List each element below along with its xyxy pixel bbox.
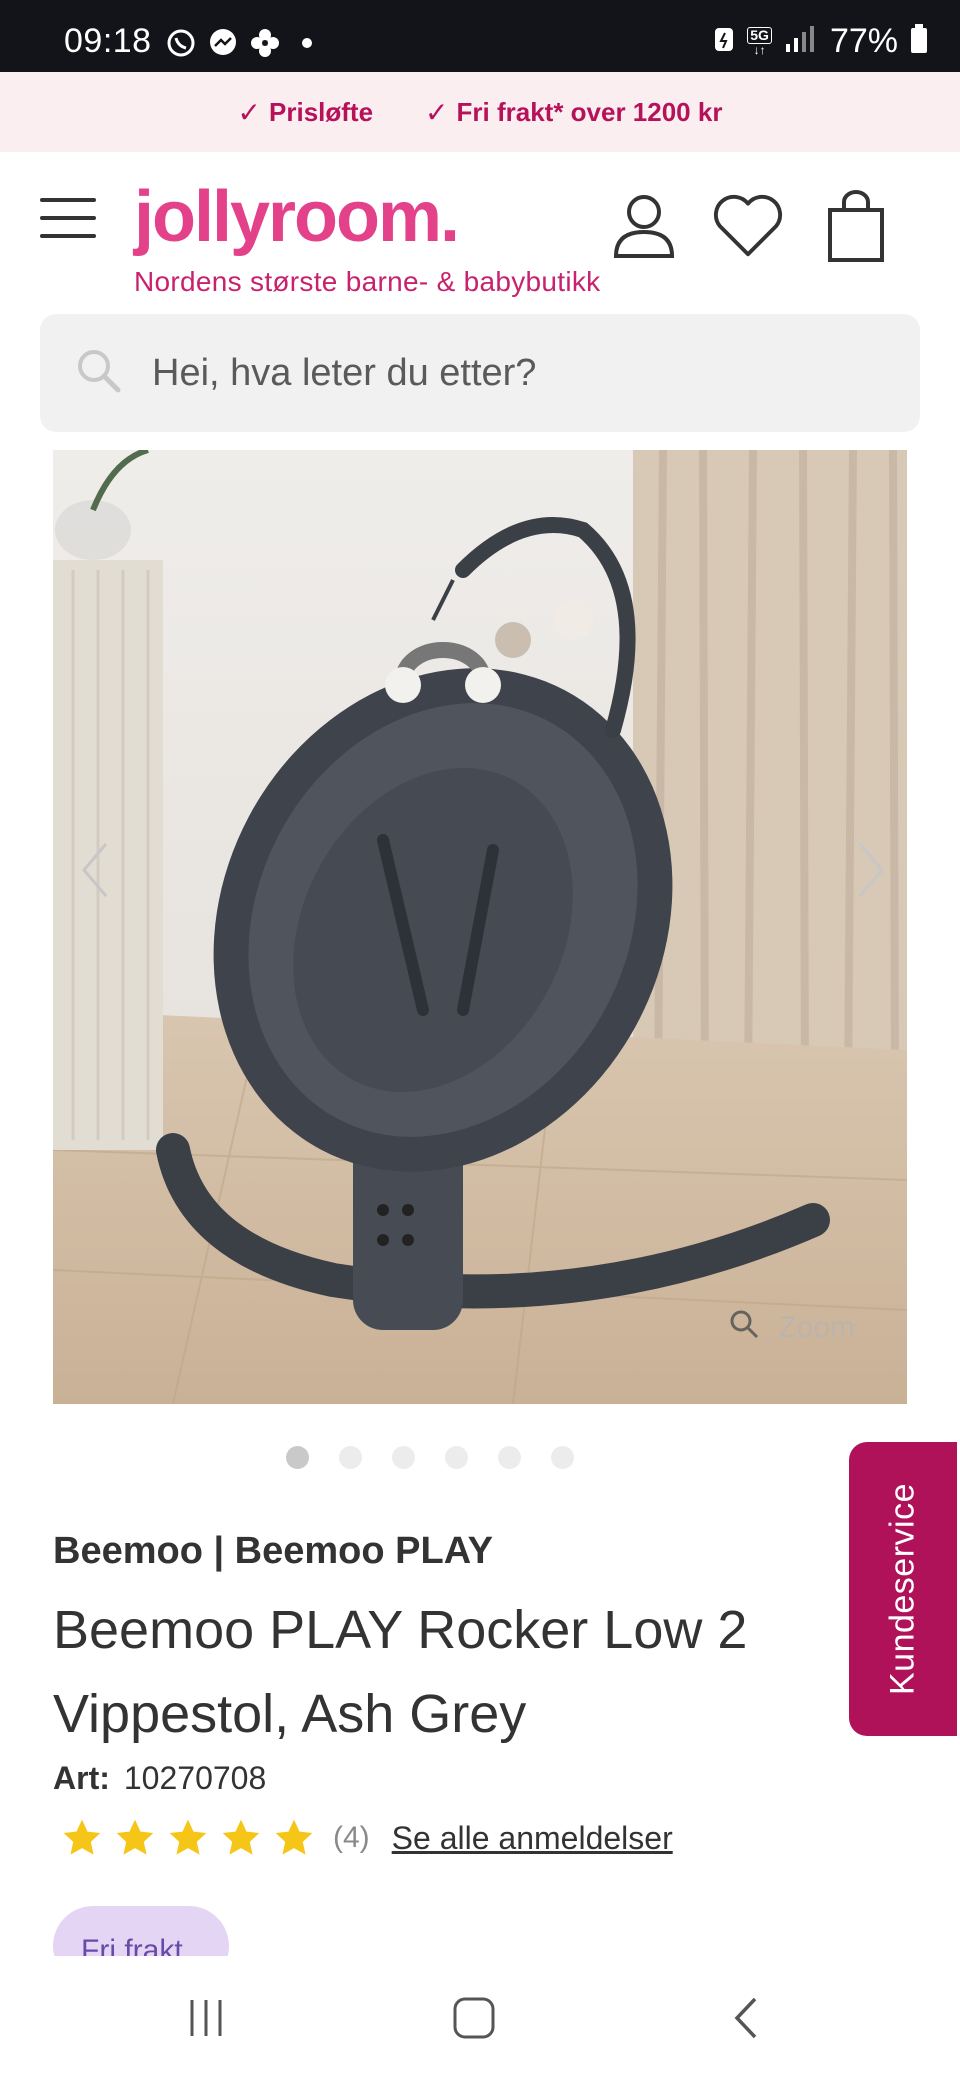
rating-count: (4) [333,1821,370,1854]
status-right: 5G ↓↑ 77% [713,22,928,61]
tagline: Nordens største barne- & babybutikk [134,266,601,297]
zoom-button[interactable]: Zoom [728,1308,855,1348]
logo[interactable]: jollyroom. [134,176,460,258]
status-time: 09:18 [64,22,152,60]
star-icon [109,1812,161,1864]
article-value: 10270708 [123,1760,267,1796]
product-photo [53,450,907,1404]
search-icon [74,346,124,401]
battery-percent: 77% [829,22,898,60]
customer-service-label: Kundeservice [883,1482,922,1696]
gallery-dot[interactable] [339,1446,362,1469]
product-title: Beemoo PLAY Rocker Low 2 Vippestol, Ash … [53,1600,748,1744]
check-icon: ✓ [425,96,449,128]
zoom-icon [728,1308,760,1348]
next-image-arrow-icon[interactable] [843,810,899,930]
flower-icon [248,26,282,60]
gallery-dot[interactable] [445,1446,468,1469]
recent-apps-icon[interactable] [176,1988,236,2048]
shopping-bag-icon[interactable] [820,190,892,262]
site-header: jollyroom. Nordens største barne- & baby… [0,152,960,312]
hamburger-menu-icon[interactable] [40,198,96,238]
see-all-reviews-link[interactable]: Se alle anmeldelser [392,1820,673,1857]
customer-service-tab[interactable]: Kundeservice [849,1442,957,1736]
star-icon [162,1812,214,1864]
battery-icon [910,24,928,59]
search-input[interactable] [152,314,892,432]
previous-image-arrow-icon[interactable] [67,810,123,930]
product-rating: (4) Se alle anmeldelser [56,1812,673,1864]
notification-icons [164,26,324,60]
gallery-dot[interactable] [551,1446,574,1469]
star-icon [268,1812,320,1864]
promo-item-price-promise: ✓ Prisløfte [238,96,374,129]
zoom-label: Zoom [778,1311,855,1344]
search-bar [40,314,920,432]
network-icon: 5G ↓↑ [747,27,772,56]
check-icon: ✓ [237,96,262,128]
gallery-dot[interactable] [286,1446,309,1469]
promo-label: Fri frakt* over 1200 kr [456,96,723,127]
gallery-dot[interactable] [392,1446,415,1469]
wishlist-heart-icon[interactable] [712,190,784,262]
status-bar: 09:18 5G ↓↑ 77% [0,0,960,72]
article-label: Art: [53,1760,110,1796]
account-icon[interactable] [608,190,680,262]
network-label: 5G [747,27,772,44]
article-number: Art: 10270708 [53,1760,266,1797]
home-icon[interactable] [444,1988,504,2048]
promo-item-free-shipping: ✓ Fri frakt* over 1200 kr [425,96,722,129]
promo-bar: ✓ Prisløfte ✓ Fri frakt* over 1200 kr [0,72,960,152]
battery-saver-icon [713,25,735,58]
product-image[interactable]: Zoom [53,450,907,1404]
product-brand[interactable]: Beemoo | Beemoo PLAY [53,1530,493,1573]
messenger-icon [206,26,240,60]
dot-icon [290,26,324,60]
gallery-dots [0,1446,960,1469]
promo-label: Prisløfte [269,96,374,127]
back-icon[interactable] [716,1988,776,2048]
star-icon [215,1812,267,1864]
signal-icon [784,24,818,59]
system-nav-bar [0,1956,960,2080]
gallery-dot[interactable] [498,1446,521,1469]
star-icon [56,1812,108,1864]
viber-icon [164,26,198,60]
